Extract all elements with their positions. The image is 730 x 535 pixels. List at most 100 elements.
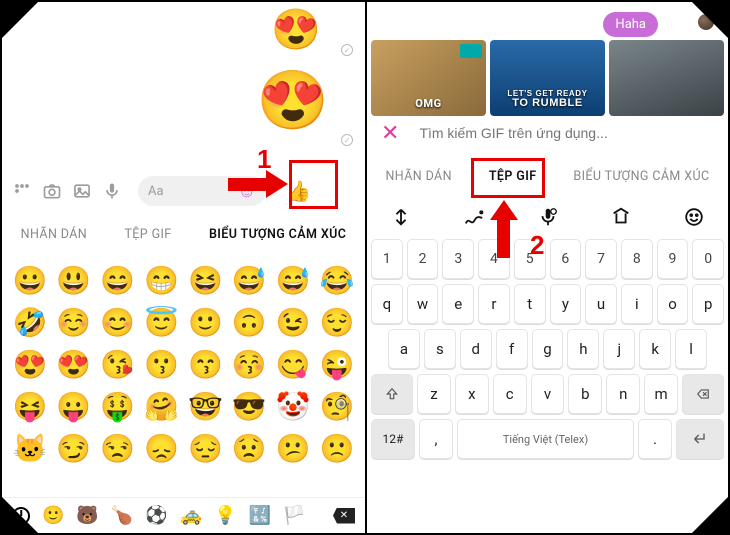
key-1[interactable]: 1: [371, 239, 403, 279]
emoji-cell[interactable]: 😋: [271, 344, 315, 386]
key-f[interactable]: f: [496, 329, 528, 369]
key-y[interactable]: y: [550, 284, 582, 324]
emoji-cell[interactable]: 😗: [140, 344, 184, 386]
key-n[interactable]: n: [606, 374, 640, 414]
emoji-cell[interactable]: 😙: [184, 344, 228, 386]
emoji-cell[interactable]: ☺️: [52, 302, 96, 344]
emoji-cell[interactable]: 😞: [140, 428, 184, 470]
emoji-cell[interactable]: 😄: [96, 260, 140, 302]
key-9[interactable]: 9: [657, 239, 689, 279]
space-key[interactable]: Tiếng Việt (Telex): [457, 419, 634, 459]
shift-key[interactable]: [371, 374, 413, 414]
key-v[interactable]: v: [531, 374, 565, 414]
gallery-icon[interactable]: [72, 181, 92, 201]
emoji-cell[interactable]: 😏: [52, 428, 96, 470]
comma-key[interactable]: ,: [419, 419, 453, 459]
emoji-cell[interactable]: 😎: [227, 386, 271, 428]
tab-gif[interactable]: TỆP GIF: [116, 223, 179, 246]
key-w[interactable]: w: [407, 284, 439, 324]
emoji-category[interactable]: 💡: [214, 505, 236, 526]
mic-icon[interactable]: [102, 181, 122, 201]
emoji-cell[interactable]: 😝: [8, 386, 52, 428]
key-d[interactable]: d: [460, 329, 492, 369]
key-t[interactable]: t: [514, 284, 546, 324]
key-l[interactable]: l: [675, 329, 707, 369]
backspace-icon[interactable]: ✕: [333, 508, 355, 524]
emoji-cell[interactable]: 😇: [140, 302, 184, 344]
key-e[interactable]: e: [442, 284, 474, 324]
emoji-cell[interactable]: 🙁: [315, 428, 359, 470]
emoji-cell[interactable]: 😃: [52, 260, 96, 302]
tab-emoji[interactable]: BIỂU TƯỢNG CẢM XÚC: [201, 223, 354, 246]
emoji-category[interactable]: 🏳️: [283, 505, 305, 526]
key-m[interactable]: m: [644, 374, 678, 414]
emoji-cell[interactable]: 😉: [271, 302, 315, 344]
emoji-cell[interactable]: 😌: [315, 302, 359, 344]
emoji-cell[interactable]: 😅: [271, 260, 315, 302]
camera-icon[interactable]: [42, 181, 62, 201]
emoji-cell[interactable]: 🙂: [184, 302, 228, 344]
gif-thumb[interactable]: [609, 40, 724, 116]
key-z[interactable]: z: [417, 374, 451, 414]
key-r[interactable]: r: [478, 284, 510, 324]
emoji-cell[interactable]: 😆: [184, 260, 228, 302]
gif-thumb[interactable]: OMG: [371, 40, 486, 116]
key-j[interactable]: j: [603, 329, 635, 369]
backspace-key[interactable]: [682, 374, 724, 414]
emoji-category[interactable]: 🍗: [111, 505, 133, 526]
key-6[interactable]: 6: [550, 239, 582, 279]
key-g[interactable]: g: [532, 329, 564, 369]
tab-stickers[interactable]: NHÃN DÁN: [13, 223, 95, 246]
close-icon[interactable]: ✕: [377, 121, 399, 146]
emoji-cell[interactable]: 🧐: [315, 386, 359, 428]
clipboard-icon[interactable]: [609, 205, 633, 229]
key-0[interactable]: 0: [692, 239, 724, 279]
key-b[interactable]: b: [568, 374, 602, 414]
emoji-cell[interactable]: 🤡: [271, 386, 315, 428]
emoji-category[interactable]: 🔣: [249, 505, 271, 526]
key-q[interactable]: q: [371, 284, 403, 324]
emoji-cell[interactable]: 🤗: [140, 386, 184, 428]
enter-key[interactable]: [676, 419, 724, 459]
key-3[interactable]: 3: [442, 239, 474, 279]
emoji-cell[interactable]: 🤣: [8, 302, 52, 344]
key-7[interactable]: 7: [585, 239, 617, 279]
apps-icon[interactable]: [12, 181, 32, 201]
emoji-cell[interactable]: 😒: [96, 428, 140, 470]
key-k[interactable]: k: [639, 329, 671, 369]
emoji-cell[interactable]: 🙃: [227, 302, 271, 344]
key-s[interactable]: s: [424, 329, 456, 369]
gif-search-input[interactable]: [409, 125, 718, 141]
emoji-cell[interactable]: 🤓: [184, 386, 228, 428]
emoji-category[interactable]: 🙂: [42, 505, 64, 526]
emoji-cell[interactable]: 😍: [8, 344, 52, 386]
emoji-cell[interactable]: 😘: [96, 344, 140, 386]
key-o[interactable]: o: [657, 284, 689, 324]
tab-stickers[interactable]: NHÃN DÁN: [377, 165, 459, 188]
key-c[interactable]: c: [493, 374, 527, 414]
emoji-category[interactable]: 🚕: [180, 505, 202, 526]
emoji-cell[interactable]: 😕: [271, 428, 315, 470]
key-u[interactable]: u: [585, 284, 617, 324]
key-8[interactable]: 8: [621, 239, 653, 279]
voice-input-icon[interactable]: [536, 205, 560, 229]
tab-emoji[interactable]: BIỂU TƯỢNG CẢM XÚC: [565, 165, 717, 188]
emoji-icon[interactable]: [682, 205, 706, 229]
emoji-cell[interactable]: 😟: [227, 428, 271, 470]
emoji-category[interactable]: ⚽: [145, 505, 167, 526]
emoji-cell[interactable]: 😁: [140, 260, 184, 302]
emoji-cell[interactable]: 🐱: [8, 428, 52, 470]
key-p[interactable]: p: [692, 284, 724, 324]
emoji-cell[interactable]: 😍: [52, 344, 96, 386]
emoji-cell[interactable]: 😛: [52, 386, 96, 428]
emoji-cell[interactable]: 😂: [315, 260, 359, 302]
key-a[interactable]: a: [388, 329, 420, 369]
key-2[interactable]: 2: [407, 239, 439, 279]
key-x[interactable]: x: [455, 374, 489, 414]
emoji-category[interactable]: 🐻: [76, 505, 98, 526]
handwrite-icon[interactable]: [462, 205, 486, 229]
emoji-cell[interactable]: 😜: [315, 344, 359, 386]
emoji-cell[interactable]: 😀: [8, 260, 52, 302]
gif-thumb[interactable]: LET'S GET READYTO RUMBLE: [490, 40, 605, 116]
period-key[interactable]: .: [638, 419, 672, 459]
